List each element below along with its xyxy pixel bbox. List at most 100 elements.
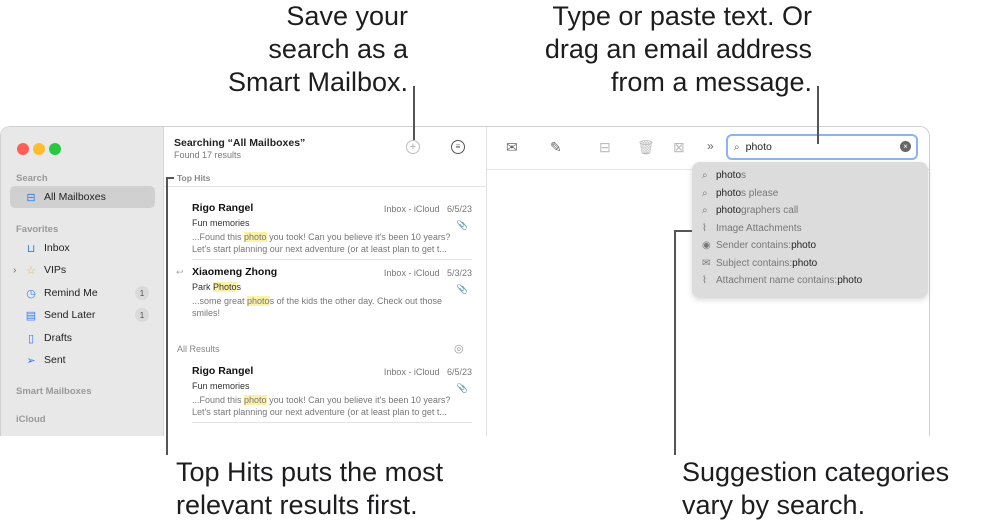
subject: Park Photos <box>192 282 242 292</box>
label: Remind Me <box>44 287 98 299</box>
chevron-right-icon[interactable]: › <box>13 265 16 276</box>
sidebar-item-inbox[interactable]: ⊔ Inbox <box>10 237 155 259</box>
save-smart-mailbox-button[interactable]: + <box>406 140 420 154</box>
label: Inbox <box>44 242 70 254</box>
leader-line <box>817 86 819 144</box>
subject: Fun memories <box>192 218 250 228</box>
archive-icon[interactable]: ⊟ <box>599 139 611 156</box>
preview: ...Found this photo you took! Can you be… <box>192 395 451 417</box>
suggestion-item[interactable]: ◉ Sender contains: photo <box>692 237 928 255</box>
count-badge: 1 <box>135 308 149 322</box>
callout-line: Top Hits puts the most <box>176 457 444 487</box>
callout-line: Smart Mailbox. <box>227 67 408 97</box>
date: 6/5/23 <box>446 367 472 377</box>
callout-line: Suggestion categories <box>682 457 950 487</box>
sidebar-item-vips[interactable]: › ☆ VIPs <box>10 259 155 281</box>
reply-icon: ↩ <box>176 267 184 277</box>
paperplane-icon: ➢ <box>26 354 36 367</box>
sidebar: Search ⊟ All Mailboxes Favorites ⊔ Inbox ›… <box>1 127 164 436</box>
message-row[interactable]: Rigo Rangel Inbox - iCloud 6/5/23 Fun me… <box>192 365 472 418</box>
mailbox: Inbox - iCloud <box>383 367 440 377</box>
search-icon: ⌕ <box>702 205 708 217</box>
envelope-icon: ✉ <box>702 257 711 269</box>
paperclip-icon: ⌇ <box>702 222 707 234</box>
junk-icon[interactable]: ⊠ <box>673 139 685 156</box>
callout-suggestions: Suggestion categories vary by search. <box>682 456 949 522</box>
callout-search-field: Type or paste text. Or drag an email addr… <box>500 0 812 99</box>
more-chevrons-icon[interactable]: » <box>707 139 714 153</box>
leader-line <box>674 230 676 455</box>
zoom-button[interactable] <box>49 143 61 155</box>
get-mail-envelope-icon[interactable]: ✉ <box>506 139 518 156</box>
preview: ...Found this photo you took! Can you be… <box>192 232 451 254</box>
leader-line <box>166 177 168 455</box>
search-icon: ⌕ <box>702 170 708 182</box>
all-results-header: All Results <box>177 344 220 354</box>
top-hits-header: Top Hits <box>177 173 211 183</box>
section-favorites: Favorites <box>16 224 59 235</box>
leader-line <box>166 177 174 179</box>
tray-icon: ⊔ <box>26 242 36 255</box>
search-field[interactable]: ⌕ photo × <box>726 134 918 160</box>
label: Send Later <box>44 309 96 321</box>
filter-button[interactable]: ≡ <box>451 140 465 154</box>
callout-save-smart-mailbox: Save your search as a Smart Mailbox. <box>200 0 408 99</box>
callout-line: drag an email address <box>544 34 812 64</box>
section-icloud: iCloud <box>16 414 46 425</box>
clear-search-icon[interactable]: × <box>900 141 911 152</box>
minimize-button[interactable] <box>33 143 45 155</box>
callout-line: vary by search. <box>682 490 866 520</box>
section-search: Search <box>16 173 48 184</box>
search-input[interactable]: photo <box>746 141 772 153</box>
compose-icon[interactable]: ✎ <box>550 139 562 156</box>
suggestion-item[interactable]: ⌇ Image Attachments <box>692 220 928 238</box>
message-row[interactable]: Rigo Rangel Inbox - iCloud 6/5/23 Fun me… <box>192 202 472 255</box>
section-smart-mailboxes: Smart Mailboxes <box>16 386 92 397</box>
meta: Inbox - iCloud 6/5/23 <box>384 367 472 377</box>
suggestion-item[interactable]: ⌕ photo graphers call <box>692 202 928 220</box>
meta: Inbox - iCloud 5/3/23 <box>384 268 472 278</box>
clock-icon: ◷ <box>26 287 36 300</box>
sidebar-item-all-mailboxes[interactable]: ⊟ All Mailboxes <box>10 186 155 208</box>
subject: Fun memories <box>192 381 250 391</box>
search-icon: ⌕ <box>702 187 708 199</box>
sidebar-item-remind-me[interactable]: ◷ Remind Me 1 <box>10 282 155 304</box>
paperclip-icon: 📎 <box>456 220 468 230</box>
callout-line: relevant results first. <box>176 490 418 520</box>
meta: Inbox - iCloud 6/5/23 <box>384 204 472 214</box>
leader-line <box>674 230 692 232</box>
suggestion-item[interactable]: ⌕ photo s <box>692 167 928 185</box>
callout-line: Save your <box>286 1 408 31</box>
close-button[interactable] <box>17 143 29 155</box>
suggestions-dropdown: ⌕ photo s ⌕ photo s please ⌕ photo graphers ca… <box>692 162 928 298</box>
result-count: Found 17 results <box>174 150 242 160</box>
sidebar-item-send-later[interactable]: ▤ Send Later 1 <box>10 304 155 326</box>
paperclip-icon: ⌇ <box>702 275 707 287</box>
suggestion-item[interactable]: ⌇ Attachment name contains: photo <box>692 272 928 290</box>
calendar-icon: ▤ <box>25 309 37 322</box>
date: 5/3/23 <box>446 268 472 278</box>
sidebar-item-sent[interactable]: ➢ Sent <box>10 349 155 371</box>
date: 6/5/23 <box>446 204 472 214</box>
suggestion-item[interactable]: ✉ Subject contains: photo <box>692 255 928 273</box>
tray-stack-icon: ⊟ <box>26 191 36 204</box>
sidebar-item-drafts[interactable]: ▯ Drafts <box>10 327 155 349</box>
person-icon: ◉ <box>702 240 711 252</box>
paperclip-icon: 📎 <box>456 383 468 393</box>
callout-line: Type or paste text. Or <box>552 1 812 31</box>
label: Sent <box>44 354 66 366</box>
suggestion-item[interactable]: ⌕ photo s please <box>692 185 928 203</box>
label: All Mailboxes <box>44 191 106 203</box>
message-row[interactable]: ↩ Xiaomeng Zhong Inbox - iCloud 5/3/23 P… <box>176 266 472 319</box>
label: Drafts <box>44 332 73 344</box>
mailbox: Inbox - iCloud <box>383 204 440 214</box>
loading-icon: ◎ <box>454 343 464 355</box>
count-badge: 1 <box>135 286 149 300</box>
callout-line: search as a <box>268 34 408 64</box>
message-list: Searching “All Mailboxes” Found 17 resul… <box>164 127 487 436</box>
mailbox: Inbox - iCloud <box>383 268 440 278</box>
doc-icon: ▯ <box>27 332 35 345</box>
leader-line <box>413 86 415 140</box>
trash-icon[interactable]: 🗑 <box>637 139 655 156</box>
paperclip-icon: 📎 <box>456 284 468 294</box>
